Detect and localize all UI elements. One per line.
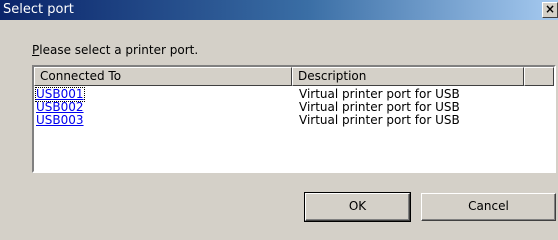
port-list[interactable]: Connected To Description USB001 Virtual … (32, 65, 556, 173)
prompt-text: lease select a printer port. (39, 43, 199, 57)
select-port-dialog: Select port × Please select a printer po… (0, 0, 558, 240)
column-header-description[interactable]: Description (292, 67, 524, 86)
close-button[interactable]: × (542, 2, 558, 18)
prompt-label: Please select a printer port. (32, 43, 198, 57)
ok-button[interactable]: OK (304, 192, 411, 222)
title-bar[interactable]: Select port × (0, 0, 558, 20)
list-header: Connected To Description (34, 67, 554, 86)
close-icon: × (544, 2, 556, 16)
column-header-connected-to[interactable]: Connected To (34, 67, 292, 86)
list-item[interactable]: USB002 Virtual printer port for USB (34, 101, 554, 114)
port-link[interactable]: USB003 (36, 114, 84, 127)
column-header-filler (524, 67, 554, 86)
cancel-button[interactable]: Cancel (421, 193, 556, 221)
port-description: Virtual printer port for USB (299, 113, 460, 127)
list-item[interactable]: USB003 Virtual printer port for USB (34, 114, 554, 127)
list-item[interactable]: USB001 Virtual printer port for USB (34, 87, 554, 102)
dialog-title: Select port (3, 2, 74, 17)
